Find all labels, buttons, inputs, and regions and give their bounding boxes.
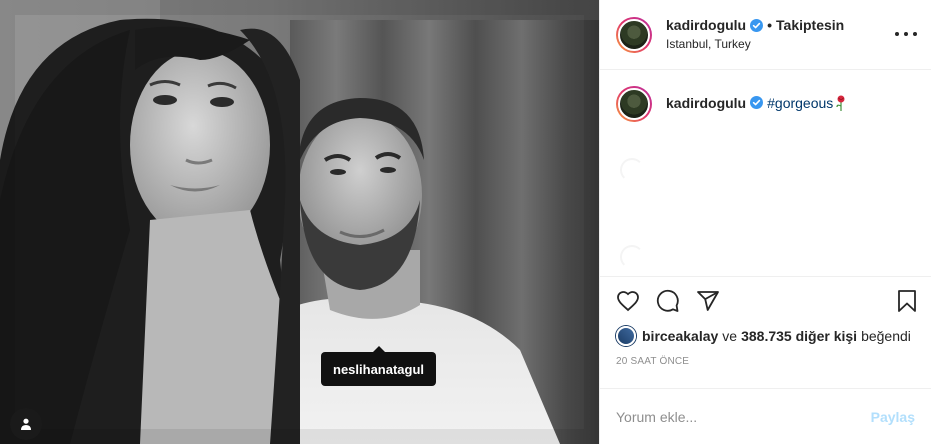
author-avatar[interactable] [616,16,652,53]
follow-status[interactable]: Takiptesin [776,17,844,34]
post-location[interactable]: Istanbul, Turkey [666,36,844,53]
paper-plane-icon[interactable] [696,289,720,313]
instagram-post: neslihanatagul kadirdogulu • Takiptesin … [0,0,931,444]
first-liker[interactable]: birceakalay [642,328,718,344]
bookmark-icon[interactable] [895,289,919,313]
rose-emoji-icon [835,95,847,111]
user-silhouette-icon [21,418,31,430]
post-header: kadirdogulu • Takiptesin Istanbul, Turke… [600,0,931,70]
comment-bubble-icon[interactable] [656,289,680,313]
more-options-icon[interactable] [895,24,917,44]
add-comment-box: Paylaş [600,388,931,444]
photo-scene [0,0,599,444]
post-side-panel: kadirdogulu • Takiptesin Istanbul, Turke… [599,0,931,444]
other-likes-count[interactable]: 388.735 diğer kişi [741,328,857,344]
post-actions [600,276,931,324]
avatar-image [618,18,650,51]
author-info: kadirdogulu • Takiptesin Istanbul, Turke… [666,17,844,53]
user-tag-icon[interactable] [10,408,42,440]
verified-badge-icon [750,18,764,32]
author-username[interactable]: kadirdogulu [666,17,746,34]
post-photo[interactable]: neslihanatagul [0,0,599,444]
loading-spinner [620,245,644,269]
comment-input[interactable] [616,408,871,425]
likes-summary: birceakalay ve 388.735 diğer kişi beğend… [600,324,931,348]
caption-username[interactable]: kadirdogulu [666,95,746,111]
caption-hashtag[interactable]: #gorgeous [767,95,833,111]
follow-separator: • [767,16,773,33]
post-timestamp[interactable]: 20 SAAT ÖNCE [600,348,931,388]
likes-connector: ve [722,328,738,344]
avatar-image [618,88,650,120]
liker-avatar[interactable] [616,326,636,346]
photo-tag-label[interactable]: neslihanatagul [321,346,437,386]
likes-suffix: beğendi [861,328,911,344]
post-caption: kadirdogulu #gorgeous [616,86,915,122]
post-comment-button[interactable]: Paylaş [871,409,915,425]
caption-avatar[interactable] [616,86,652,122]
heart-icon[interactable] [616,289,640,313]
comments-area: kadirdogulu #gorgeous [600,70,931,276]
verified-badge-icon [750,96,764,109]
loading-spinner [620,158,644,182]
